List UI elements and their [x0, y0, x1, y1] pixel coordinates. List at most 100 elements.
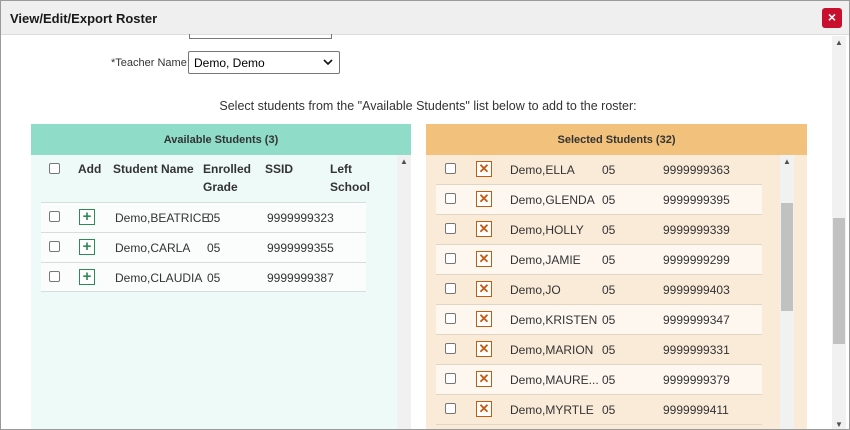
plus-icon[interactable]: + — [79, 239, 95, 255]
remove-x-icon[interactable]: ✕ — [476, 311, 492, 327]
available-students-header: Available Students (3) — [31, 124, 411, 155]
column-ssid: SSID — [265, 162, 294, 176]
student-ssid: 9999999411 — [663, 403, 729, 417]
selected-students-list: ✕ Demo,ELLA 05 9999999363 ✕ Demo,GLENDA … — [426, 155, 780, 429]
scroll-up-arrow-icon[interactable]: ▲ — [835, 38, 843, 47]
close-icon: × — [827, 9, 837, 25]
student-grade: 05 — [207, 211, 221, 225]
student-grade: 05 — [602, 343, 616, 357]
student-ssid: 9999999363 — [663, 163, 730, 177]
remove-x-icon[interactable]: ✕ — [476, 401, 492, 417]
row-checkbox[interactable] — [445, 373, 456, 384]
student-grade: 05 — [207, 271, 221, 285]
student-grade: 05 — [602, 283, 616, 297]
remove-x-icon[interactable]: ✕ — [476, 251, 492, 267]
dialog-scroll-thumb[interactable] — [833, 218, 845, 344]
available-student-row: + Demo,CLAUDIA 05 9999999387 — [41, 262, 366, 292]
selected-student-row: ✕ Demo,JAMIE 05 9999999299 — [436, 245, 762, 275]
select-all-available-checkbox[interactable] — [49, 163, 60, 174]
partially-scrolled-input[interactable] — [189, 34, 332, 39]
row-checkbox[interactable] — [445, 403, 456, 414]
student-name: Demo,KRISTEN — [510, 313, 598, 327]
scroll-down-arrow-icon[interactable]: ▼ — [835, 420, 843, 429]
student-grade: 05 — [602, 253, 616, 267]
teacher-name-value: Demo, Demo — [194, 56, 265, 70]
dialog-scrollbar[interactable]: ▲ ▼ — [832, 36, 846, 429]
available-students-list: Add Student Name Enrolled Grade SSID Lef… — [31, 155, 397, 429]
row-checkbox[interactable] — [49, 271, 60, 282]
instruction-text: Select students from the "Available Stud… — [219, 99, 637, 113]
student-ssid: 9999999395 — [663, 193, 730, 207]
student-grade: 05 — [602, 313, 616, 327]
student-ssid: 9999999387 — [267, 271, 334, 285]
column-add: Add — [78, 162, 102, 176]
plus-icon[interactable]: + — [79, 209, 95, 225]
row-checkbox[interactable] — [49, 241, 60, 252]
remove-x-icon[interactable]: ✕ — [476, 341, 492, 357]
dialog-title: View/Edit/Export Roster — [10, 11, 158, 26]
remove-x-icon[interactable]: ✕ — [476, 221, 492, 237]
student-ssid: 9999999355 — [267, 241, 334, 255]
student-grade: 05 — [602, 163, 616, 177]
scroll-up-arrow-icon[interactable]: ▲ — [783, 157, 791, 166]
student-ssid: 9999999323 — [267, 211, 334, 225]
selected-student-row: ✕ Demo,KRISTEN 05 9999999347 — [436, 305, 762, 335]
row-checkbox[interactable] — [445, 163, 456, 174]
chevron-down-icon — [323, 55, 333, 72]
column-student-name: Student Name — [113, 162, 194, 176]
student-name: Demo,MAURE... — [510, 373, 599, 387]
roster-dialog: View/Edit/Export Roster × *Teacher Name:… — [0, 0, 850, 430]
student-name: Demo,ELLA — [510, 163, 575, 177]
column-left-school-line1: Left — [330, 162, 352, 176]
selected-student-row: ✕ Demo,MARION 05 9999999331 — [436, 335, 762, 365]
available-student-row: + Demo,CARLA 05 9999999355 — [41, 232, 366, 262]
student-name: Demo,MARION — [510, 343, 594, 357]
student-name: Demo,BEATRICE — [115, 211, 210, 225]
student-name: Demo,CLAUDIA — [115, 271, 203, 285]
scroll-up-arrow-icon[interactable]: ▲ — [400, 157, 408, 166]
row-checkbox[interactable] — [49, 211, 60, 222]
row-checkbox[interactable] — [445, 283, 456, 294]
student-name: Demo,JAMIE — [510, 253, 581, 267]
available-students-panel: Available Students (3) Add Student Name … — [31, 124, 411, 429]
selected-student-row: ✕ Demo,ELLA 05 9999999363 — [436, 155, 762, 185]
column-enrolled-grade-line2: Grade — [203, 180, 238, 194]
student-grade: 05 — [602, 403, 616, 417]
student-grade: 05 — [602, 373, 616, 387]
selected-student-row: ✕ Demo,MYRTLE 05 9999999411 — [436, 395, 762, 425]
close-button[interactable]: × — [822, 8, 842, 28]
student-name: Demo,CARLA — [115, 241, 191, 255]
remove-x-icon[interactable]: ✕ — [476, 371, 492, 387]
dialog-titlebar: View/Edit/Export Roster × — [1, 1, 849, 35]
selected-list-scrollbar[interactable]: ▲ — [780, 155, 794, 429]
dialog-content: *Teacher Name: Demo, Demo Select student… — [1, 34, 849, 429]
row-checkbox[interactable] — [445, 343, 456, 354]
selected-students-header: Selected Students (32) — [426, 124, 807, 155]
student-name: Demo,JO — [510, 283, 561, 297]
teacher-name-select[interactable]: Demo, Demo — [188, 51, 340, 74]
plus-icon[interactable]: + — [79, 269, 95, 285]
selected-student-row: ✕ Demo,MAURE... 05 9999999379 — [436, 365, 762, 395]
available-student-row: + Demo,BEATRICE 05 9999999323 — [41, 202, 366, 232]
row-checkbox[interactable] — [445, 253, 456, 264]
student-ssid: 9999999347 — [663, 313, 730, 327]
student-ssid: 9999999339 — [663, 223, 730, 237]
student-ssid: 9999999403 — [663, 283, 730, 297]
student-name: Demo,HOLLY — [510, 223, 584, 237]
selected-students-panel: Selected Students (32) ✕ Demo,ELLA 05 99… — [426, 124, 807, 429]
student-grade: 05 — [602, 193, 616, 207]
selected-list-scroll-thumb[interactable] — [781, 203, 793, 311]
remove-x-icon[interactable]: ✕ — [476, 161, 492, 177]
column-enrolled-grade-line1: Enrolled — [203, 162, 252, 176]
available-list-scrollbar[interactable]: ▲ — [397, 155, 411, 429]
row-checkbox[interactable] — [445, 313, 456, 324]
row-checkbox[interactable] — [445, 193, 456, 204]
student-ssid: 9999999299 — [663, 253, 730, 267]
student-ssid: 9999999379 — [663, 373, 730, 387]
student-name: Demo,MYRTLE — [510, 403, 594, 417]
student-ssid: 9999999331 — [663, 343, 730, 357]
remove-x-icon[interactable]: ✕ — [476, 191, 492, 207]
row-checkbox[interactable] — [445, 223, 456, 234]
selected-student-row: ✕ Demo,GLENDA 05 9999999395 — [436, 185, 762, 215]
remove-x-icon[interactable]: ✕ — [476, 281, 492, 297]
